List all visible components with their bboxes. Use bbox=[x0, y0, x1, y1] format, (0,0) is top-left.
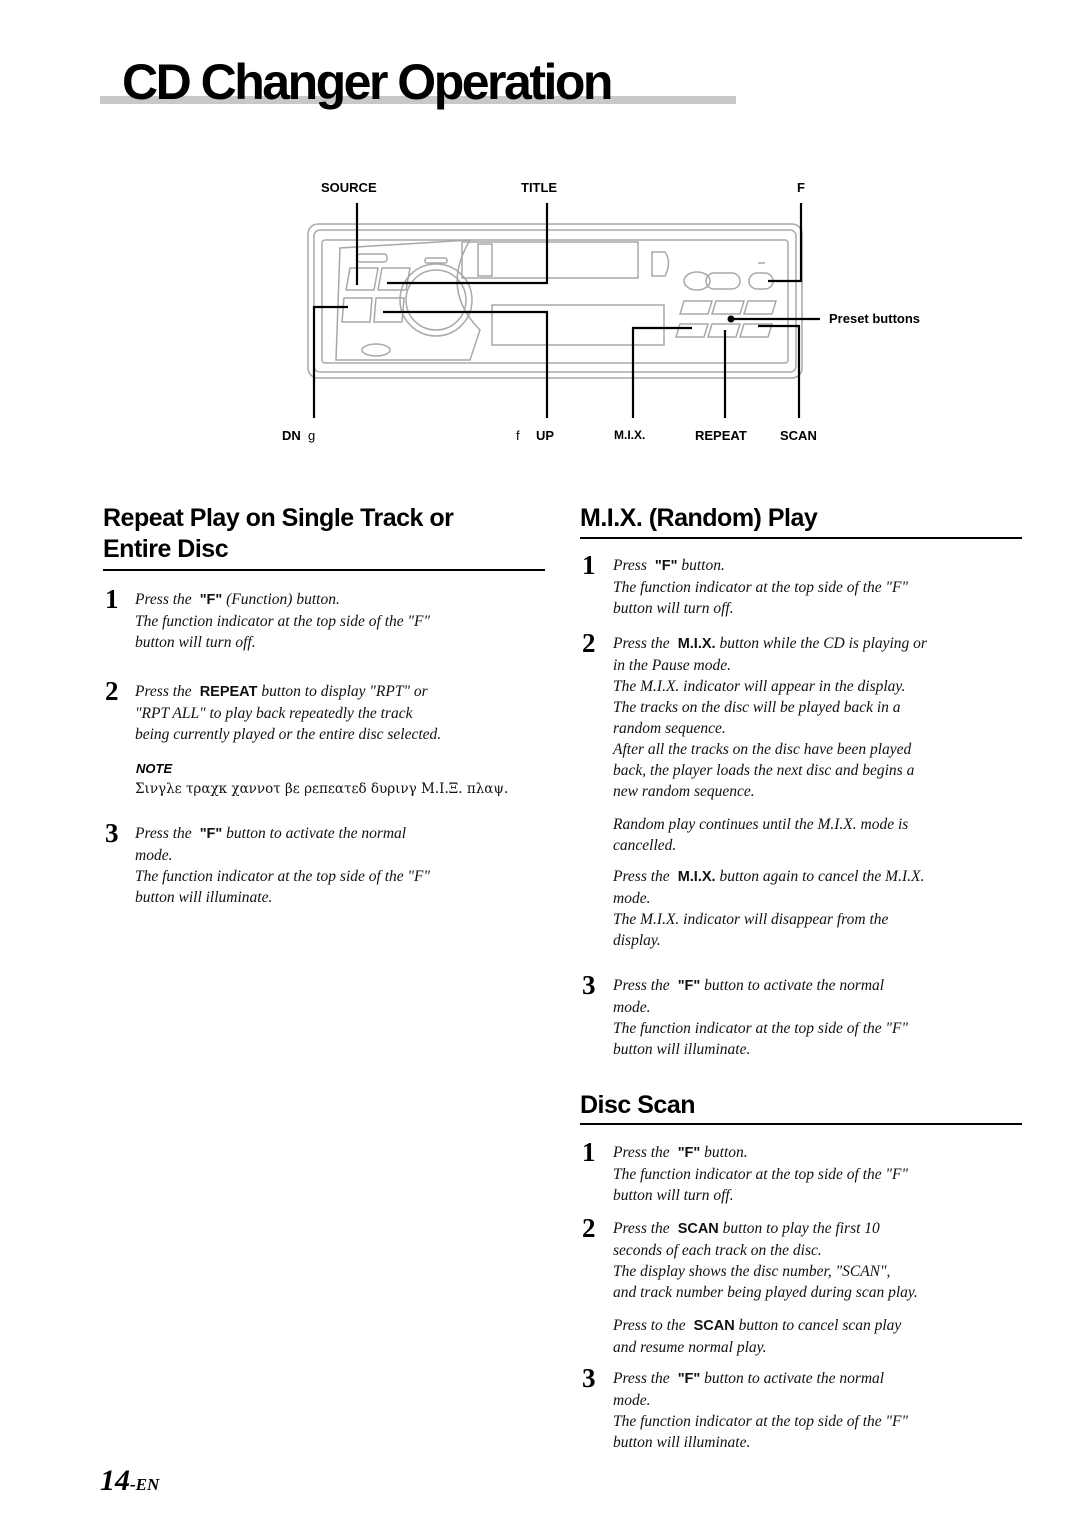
key-f: "F" bbox=[677, 978, 701, 994]
step-text: Press "F" button. The function indicator … bbox=[613, 557, 908, 617]
label-repeat: REPEAT bbox=[695, 428, 747, 443]
key-f: "F" bbox=[677, 1145, 701, 1161]
volume-knob[interactable] bbox=[399, 263, 473, 337]
step-text-extra: Press the M.I.X. button again to cancel t… bbox=[613, 868, 925, 949]
preset-button-1[interactable] bbox=[678, 300, 714, 315]
step-text-extra: Press to the SCAN button to cancel scan p… bbox=[613, 1317, 902, 1356]
label-f: F bbox=[797, 180, 805, 195]
cd-slot bbox=[461, 241, 639, 279]
label-mix: M.I.X. bbox=[614, 428, 646, 442]
source-button[interactable] bbox=[345, 267, 379, 291]
eject-button[interactable] bbox=[651, 251, 670, 277]
dn-button[interactable] bbox=[341, 297, 373, 323]
preset-button-2[interactable] bbox=[710, 300, 746, 315]
section-rule-repeat bbox=[103, 569, 545, 571]
section-rule-mix bbox=[580, 537, 1022, 539]
mode-button[interactable] bbox=[705, 272, 741, 290]
note-text: Σινγλε τραχκ χαννοτ βε ρεπεατεδ δυρινγ Μ… bbox=[135, 781, 509, 797]
label-title: TITLE bbox=[521, 180, 558, 195]
key-mix: M.I.X. bbox=[677, 636, 716, 652]
step-text: Press the "F" button to activate the norm… bbox=[613, 977, 908, 1058]
key-f: "F" bbox=[677, 1371, 701, 1387]
key-scan: SCAN bbox=[693, 1318, 735, 1334]
label-preset-buttons: Preset buttons bbox=[829, 311, 921, 326]
page-number-suffix: -EN bbox=[130, 1475, 160, 1494]
page-number-value: 14 bbox=[100, 1464, 130, 1497]
preset-button-4-mix[interactable] bbox=[674, 323, 710, 338]
note-label: NOTE bbox=[136, 761, 173, 776]
volume-knob-inner bbox=[405, 269, 467, 331]
section-title-scan: Disc Scan bbox=[580, 1091, 696, 1119]
title-button[interactable] bbox=[377, 267, 411, 291]
knob-top-indicator bbox=[424, 257, 448, 264]
cd-slot-tab bbox=[477, 243, 493, 277]
step-number: 1 bbox=[582, 1137, 596, 1167]
preset-button-3[interactable] bbox=[742, 300, 778, 315]
step-number: 3 bbox=[582, 970, 596, 1000]
dn-arrow-glyph: g bbox=[308, 428, 316, 443]
key-f: "F" bbox=[199, 826, 223, 842]
step-text: Press the "F" (Function) button. The func… bbox=[135, 591, 430, 651]
step-text: Press the "F" button to activate the norm… bbox=[135, 825, 430, 906]
step-number: 3 bbox=[582, 1363, 596, 1393]
label-scan: SCAN bbox=[780, 428, 817, 443]
section-title-mix: M.I.X. (Random) Play bbox=[580, 504, 818, 532]
key-f: "F" bbox=[199, 592, 223, 608]
up-leader-line bbox=[383, 310, 549, 418]
page-number: 14-EN bbox=[100, 1464, 159, 1498]
label-source: SOURCE bbox=[321, 180, 377, 195]
label-up: UP bbox=[536, 428, 555, 443]
step-text: Press the "F" button to activate the norm… bbox=[613, 1370, 908, 1451]
up-arrow-glyph: f bbox=[516, 428, 520, 443]
key-scan: SCAN bbox=[677, 1221, 719, 1237]
key-f: "F" bbox=[654, 558, 678, 574]
section-title-repeat-line1: Repeat Play on Single Track or bbox=[103, 504, 454, 532]
step-number: 2 bbox=[105, 676, 119, 706]
key-repeat: REPEAT bbox=[199, 684, 258, 700]
section-title-repeat-line2: Entire Disc bbox=[103, 535, 229, 563]
step-number: 3 bbox=[105, 818, 119, 848]
step-text-extra: Random play continues until the M.I.X. m… bbox=[613, 816, 909, 854]
step-text: Press the "F" button. The function indica… bbox=[613, 1144, 908, 1204]
label-dn: DN bbox=[282, 428, 301, 443]
step-text: Press the REPEAT button to display "RPT" … bbox=[135, 683, 442, 743]
step-number: 2 bbox=[582, 628, 596, 658]
bottom-oval-button[interactable] bbox=[361, 343, 391, 357]
preset-leader-dot bbox=[727, 315, 735, 323]
section-title-repeat: Repeat Play on Single Track or Entire Di… bbox=[103, 503, 454, 565]
head-unit-illustration bbox=[307, 203, 820, 418]
step-text: Press the SCAN button to play the first 1… bbox=[613, 1220, 918, 1301]
step-number: 1 bbox=[105, 584, 119, 614]
small-top-button[interactable] bbox=[356, 253, 388, 263]
head-unit-diagram: SOURCE TITLE F Preset buttons DN g f UP … bbox=[0, 0, 1080, 470]
mix-leader-line bbox=[631, 326, 692, 418]
key-mix: M.I.X. bbox=[677, 869, 716, 885]
step-number: 1 bbox=[582, 550, 596, 580]
step-number: 2 bbox=[582, 1213, 596, 1243]
step-text: Press the M.I.X. button while the CD is p… bbox=[613, 635, 927, 800]
section-rule-scan bbox=[580, 1123, 1022, 1125]
